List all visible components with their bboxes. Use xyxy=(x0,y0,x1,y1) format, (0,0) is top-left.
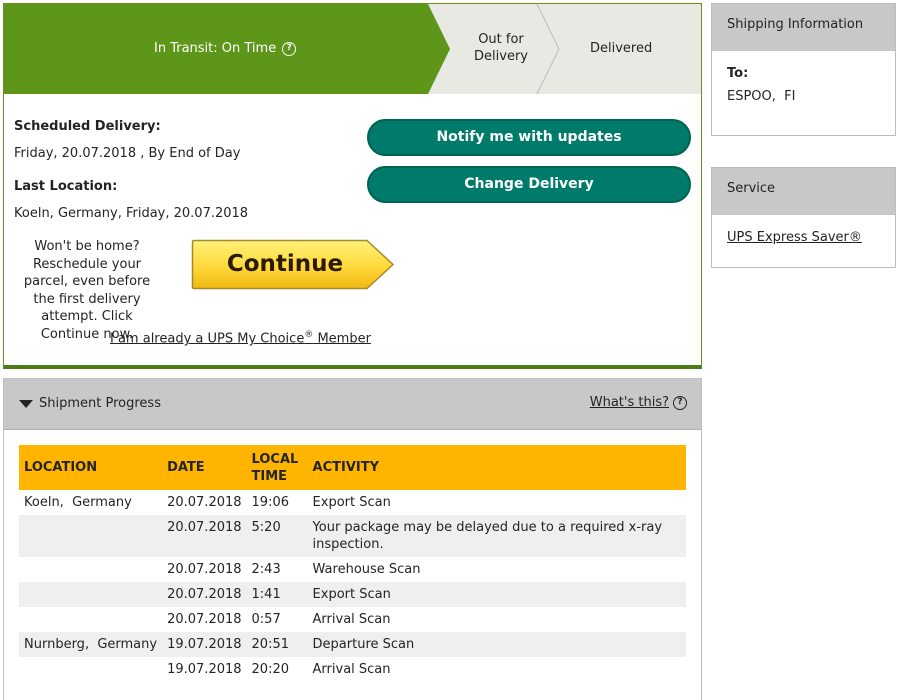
info-icon[interactable]: ? xyxy=(282,41,297,56)
member-link-text: I am already a UPS My Choice xyxy=(110,331,305,347)
shipment-progress-title: Shipment Progress xyxy=(39,396,161,411)
cell-local-time: 5:20 xyxy=(246,515,308,557)
step-in-transit-label: In Transit: On Time xyxy=(154,41,277,56)
cell-activity: Warehouse Scan xyxy=(312,562,421,577)
cell-local-time: 1:41 xyxy=(246,582,308,607)
table-row: 19.07.2018 20:20 Arrival Scan xyxy=(19,657,686,682)
shipping-information-panel: Shipping Information To: ESPOO, FI xyxy=(711,3,896,136)
table-row: Koeln, Germany 20.07.2018 19:06 Export Scan xyxy=(19,490,686,515)
column-header-local-time: LOCAL TIME xyxy=(246,445,308,490)
cell-local-time: 0:57 xyxy=(251,612,281,627)
shipment-progress-section: Shipment Progress What's this? ? LOCATIO… xyxy=(3,378,702,700)
step-out-for-delivery: Out for Delivery xyxy=(474,32,528,64)
cell-activity: Arrival Scan xyxy=(312,662,391,677)
service-panel: Service UPS Express Saver® xyxy=(711,167,896,268)
table-row: Nurnberg, Germany 19.07.2018 20:51 Departur… xyxy=(19,632,686,657)
cell-date: 20.07.2018 xyxy=(162,515,247,557)
shipment-activity-table: LOCATION DATE LOCAL TIME ACTIVITY Koeln,… xyxy=(19,445,686,682)
cell-local-time: 19:06 xyxy=(251,495,289,510)
cell-date: 19.07.2018 xyxy=(162,632,247,657)
cell-location xyxy=(19,515,163,557)
cell-location xyxy=(19,657,162,682)
scheduled-delivery-value: Friday, 20.07.2018 , By End of Day xyxy=(14,146,241,161)
cell-activity: Arrival Scan xyxy=(312,612,391,627)
table-row: 20.07.2018 2:43 Warehouse Scan xyxy=(19,557,686,582)
delivery-progress-bar: In Transit: On Time ? Out for Delivery D… xyxy=(4,4,701,94)
shipment-progress-header: Shipment Progress What's this? ? xyxy=(4,379,701,430)
step-in-transit: In Transit: On Time ? xyxy=(154,40,297,57)
table-row: 20.07.2018 5:20 Your package may be delaye… xyxy=(19,515,686,557)
continue-button-label: Continue xyxy=(226,251,344,277)
column-header-activity: ACTIVITY xyxy=(307,445,686,490)
cell-date: 20.07.2018 xyxy=(162,582,247,607)
change-delivery-button[interactable]: Change Delivery xyxy=(367,166,691,203)
destination-value: ESPOO, FI xyxy=(727,89,796,104)
cell-activity: Your package may be delayed due to a req… xyxy=(307,515,686,557)
whats-this-help[interactable]: What's this? ? xyxy=(590,395,687,410)
member-link-suffix: Member xyxy=(313,331,371,347)
destination-label: To: xyxy=(727,66,749,81)
caret-down-icon xyxy=(19,399,33,408)
cell-location xyxy=(19,557,162,582)
table-header-row: LOCATION DATE LOCAL TIME ACTIVITY xyxy=(19,445,686,490)
cell-location xyxy=(19,582,163,607)
last-location-value: Koeln, Germany, Friday, 20.07.2018 xyxy=(14,206,249,221)
cell-location: Koeln, Germany xyxy=(24,495,132,510)
member-link-registered-mark: ® xyxy=(304,330,314,340)
cell-activity: Export Scan xyxy=(312,495,391,510)
last-location-label: Last Location: xyxy=(14,179,118,194)
cell-location: Nurnberg, Germany xyxy=(19,632,163,657)
scheduled-delivery-label: Scheduled Delivery: xyxy=(14,119,161,134)
help-icon[interactable]: ? xyxy=(673,395,687,410)
shipment-activity-rows: Koeln, Germany 20.07.2018 19:06 Export Scan… xyxy=(19,490,686,682)
cell-local-time: 20:51 xyxy=(246,632,308,657)
my-choice-member-link[interactable]: I am already a UPS My Choice® Member xyxy=(110,330,371,346)
cell-local-time: 20:20 xyxy=(251,662,289,677)
cell-date: 20.07.2018 xyxy=(167,612,242,627)
cell-date: 20.07.2018 xyxy=(167,562,242,577)
cell-activity: Export Scan xyxy=(307,582,686,607)
tracking-status-card: In Transit: On Time ? Out for Delivery D… xyxy=(3,3,702,369)
notify-updates-button[interactable]: Notify me with updates xyxy=(367,119,691,156)
shipment-progress-toggle[interactable]: Shipment Progress xyxy=(19,396,161,411)
service-title: Service xyxy=(712,168,895,215)
continue-button[interactable]: Continue xyxy=(191,239,395,291)
table-row: 20.07.2018 1:41 Export Scan xyxy=(19,582,686,607)
cell-location xyxy=(19,607,162,632)
column-header-date: DATE xyxy=(162,445,247,490)
cell-local-time: 2:43 xyxy=(251,562,281,577)
column-header-location: LOCATION xyxy=(19,445,163,490)
whats-this-link[interactable]: What's this? xyxy=(590,395,669,410)
cell-activity: Departure Scan xyxy=(307,632,686,657)
shipping-information-title: Shipping Information xyxy=(712,4,895,51)
reschedule-prompt-text: Won't be home? Reschedule your parcel, e… xyxy=(23,239,151,342)
cell-date: 19.07.2018 xyxy=(167,662,242,677)
service-level-link[interactable]: UPS Express Saver® xyxy=(727,230,862,245)
cell-date: 20.07.2018 xyxy=(167,495,242,510)
step-delivered: Delivered xyxy=(590,41,653,56)
table-row: 20.07.2018 0:57 Arrival Scan xyxy=(19,607,686,632)
